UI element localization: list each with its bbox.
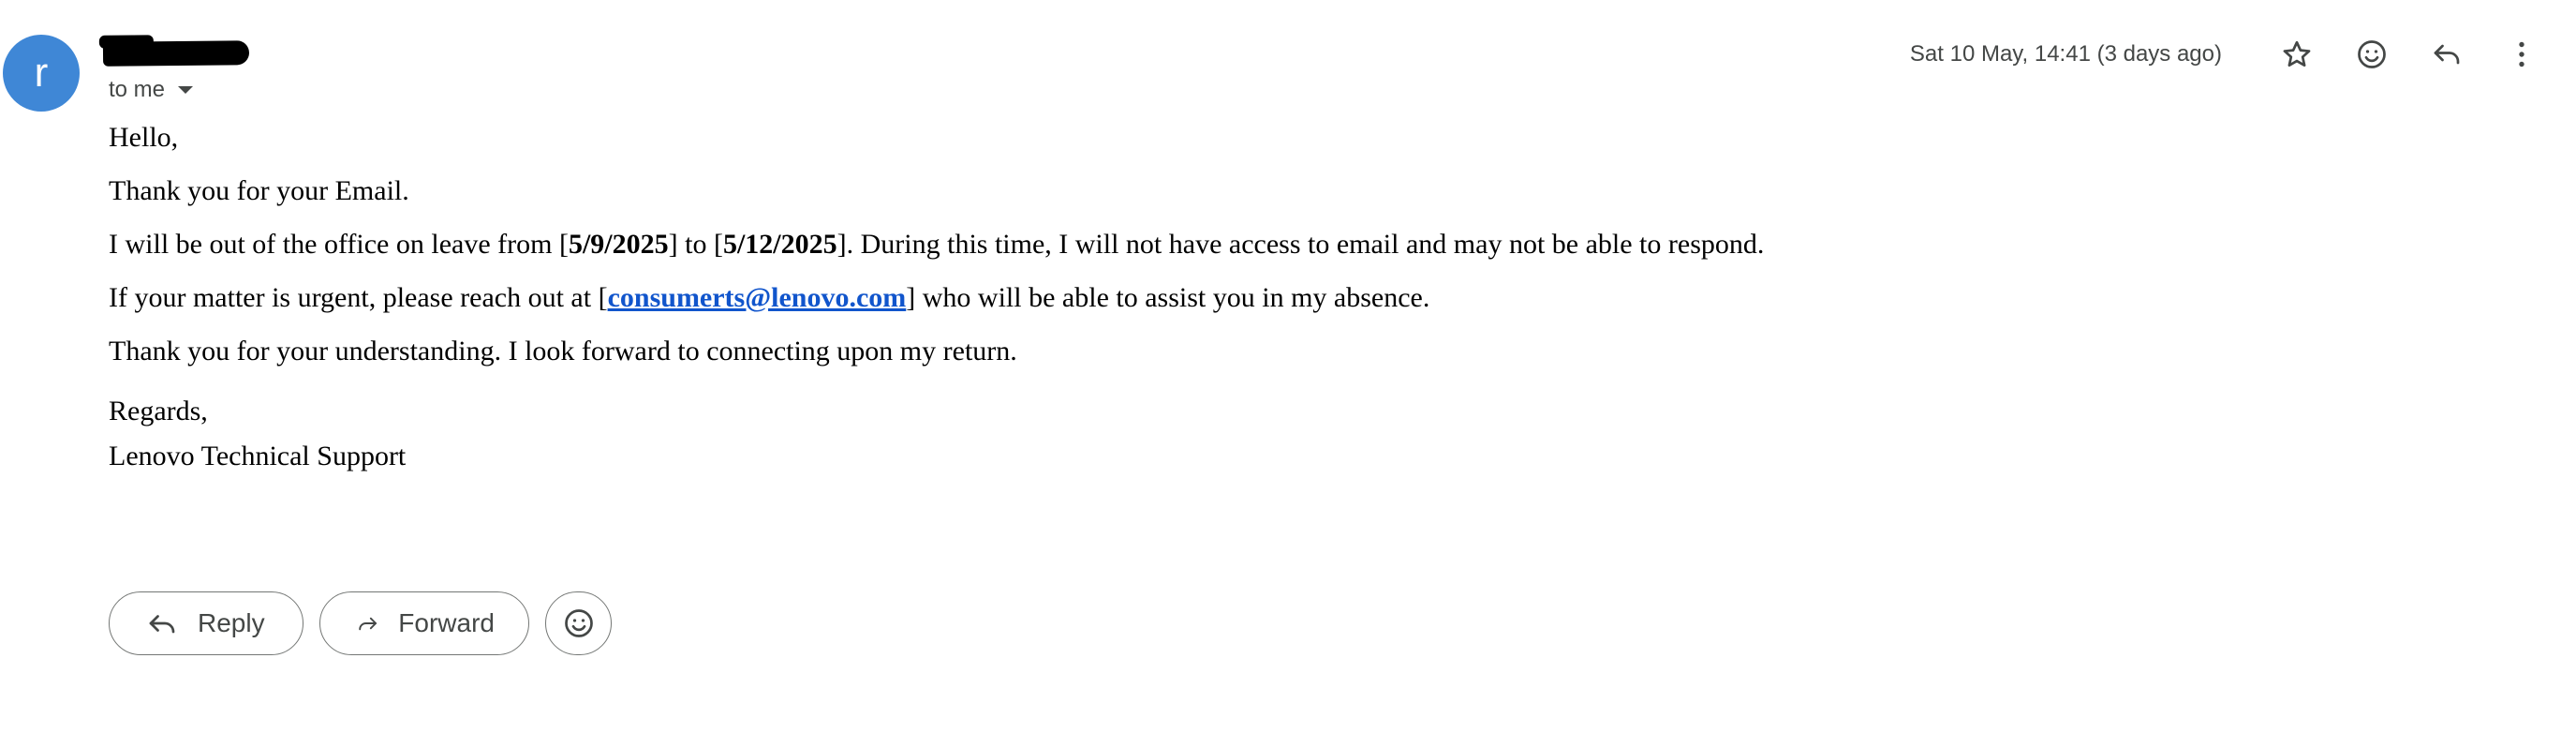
emoji-react-button[interactable] [545, 591, 612, 655]
body-line-urgent: If your matter is urgent, please reach o… [109, 282, 1429, 314]
emoji-react-icon [2358, 40, 2386, 68]
forward-button-label: Forward [398, 608, 495, 637]
recipient-details-toggle[interactable]: to me [109, 77, 194, 103]
message-actions: Reply Forward [109, 591, 628, 655]
urgent-text-start: If your matter is urgent, please reach o… [109, 282, 608, 313]
body-line-leave: I will be out of the office on leave fro… [109, 229, 1764, 261]
emoji-icon [564, 609, 593, 637]
forward-button[interactable]: Forward [319, 591, 529, 655]
leave-text-start: I will be out of the office on leave fro… [109, 229, 569, 260]
signature: Lenovo Technical Support [109, 441, 407, 471]
body-line-thanks: Thank you for your Email. [109, 175, 409, 206]
star-icon [2283, 40, 2311, 67]
reply-button-label: Reply [198, 608, 265, 637]
star-button[interactable] [2271, 28, 2323, 81]
contact-email-link[interactable]: consumerts@lenovo.com [608, 282, 907, 313]
leave-start-date: 5/9/2025 [568, 229, 669, 260]
greeting: Hello, [109, 122, 179, 153]
leave-text-end: ]. During this time, I will not have acc… [836, 229, 1765, 260]
signoff: Regards, [109, 396, 208, 426]
caret-down-icon [178, 86, 194, 94]
reply-button[interactable]: Reply [109, 591, 303, 655]
sender-name-redacted [102, 40, 250, 67]
reply-icon [2434, 44, 2460, 65]
avatar[interactable]: r [3, 35, 80, 112]
more-options-button[interactable] [2495, 28, 2548, 81]
recipient-label: to me [109, 77, 166, 102]
urgent-text-end: ] who will be able to assist you in my a… [906, 282, 1430, 313]
add-reaction-button[interactable] [2346, 28, 2398, 81]
body-line-closing: Thank you for your understanding. I look… [109, 336, 1017, 366]
message-timestamp: Sat 10 May, 14:41 (3 days ago) [1909, 41, 2222, 67]
leave-end-date: 5/12/2025 [722, 229, 837, 260]
reply-icon [149, 615, 175, 634]
forward-icon [359, 617, 378, 631]
more-vert-icon [2519, 41, 2524, 67]
reply-button-header[interactable] [2421, 28, 2473, 81]
leave-text-mid: ] to [ [668, 229, 723, 260]
message-header-actions: Sat 10 May, 14:41 (3 days ago) [1910, 28, 2548, 81]
